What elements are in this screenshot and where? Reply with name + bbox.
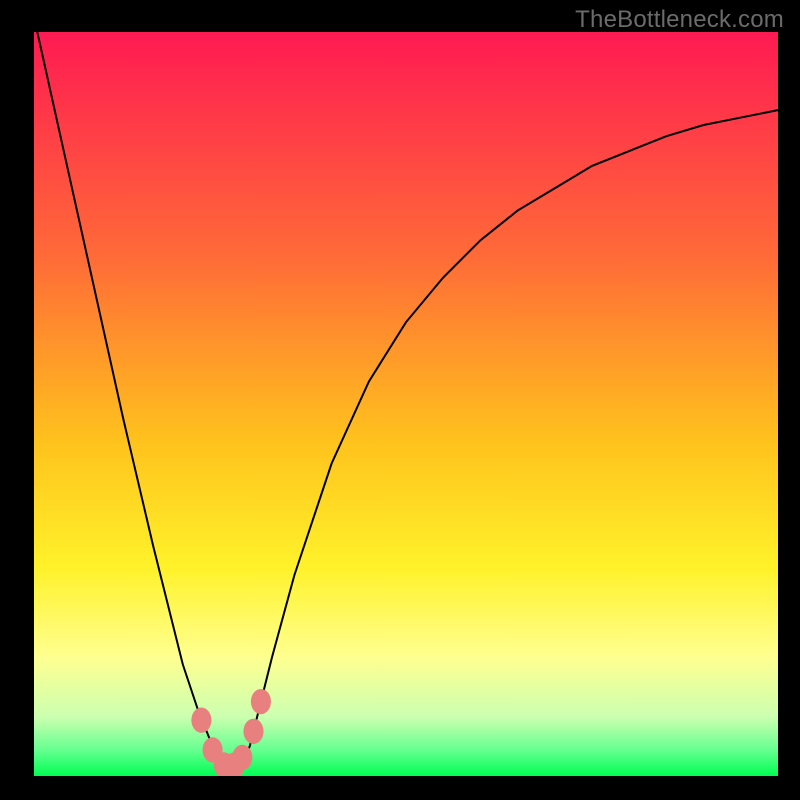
curve-marker (243, 719, 263, 744)
curve-marker (251, 689, 271, 714)
curve-marker (191, 708, 211, 733)
gradient-background (34, 32, 778, 776)
chart-frame: TheBottleneck.com (0, 0, 800, 800)
curve-marker (232, 745, 252, 770)
watermark-text: TheBottleneck.com (575, 6, 784, 34)
bottleneck-chart (34, 32, 778, 776)
